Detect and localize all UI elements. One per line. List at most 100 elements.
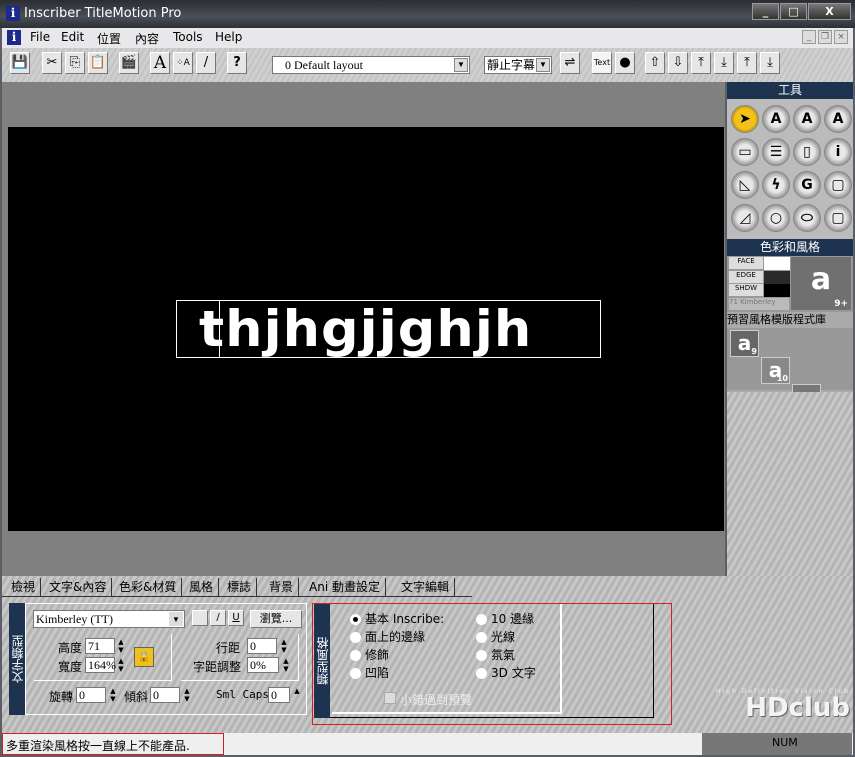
tab-logo[interactable]: 標誌 <box>222 578 258 596</box>
mdi-restore-button[interactable]: ❐ <box>818 30 832 44</box>
menu-file[interactable]: File <box>30 30 50 44</box>
align-bottom2-button[interactable]: ⤓ <box>760 52 780 74</box>
text-mode-button[interactable]: Text <box>592 52 612 74</box>
tab-animation[interactable]: Ani 動畫設定 <box>304 578 386 596</box>
preview-checkbox[interactable] <box>384 692 396 704</box>
menu-edit[interactable]: Edit <box>61 30 84 44</box>
radio-icon[interactable] <box>476 650 487 661</box>
layout-select[interactable]: 0 Default layout ▼ <box>272 56 470 74</box>
tool-rounded-square-button[interactable]: ▢ <box>824 204 852 232</box>
rotate-spinner[interactable]: ▲ ▼ <box>108 687 118 703</box>
tool-select-button[interactable]: ➤ <box>731 105 759 133</box>
italic-button[interactable]: / <box>210 610 226 626</box>
settings-button[interactable]: ⇌ <box>560 52 580 74</box>
kerning-spinner[interactable]: ▲ ▼ <box>281 657 291 673</box>
radio-icon[interactable] <box>476 668 487 679</box>
edge-swatch[interactable] <box>764 271 790 284</box>
maximize-button[interactable]: □ <box>780 3 807 20</box>
line-spacing-input[interactable]: 0 <box>247 638 277 654</box>
face-swatch[interactable] <box>764 257 790 270</box>
slant-input[interactable]: 0 <box>150 687 180 703</box>
font-select[interactable]: Kimberley (TT) ▼ <box>33 610 185 628</box>
lock-aspect-icon[interactable]: 🔒 <box>134 647 154 667</box>
tool-text-frame-button[interactable]: A <box>824 105 852 133</box>
mdi-close-button[interactable]: × <box>834 30 848 44</box>
tab-color-material[interactable]: 色彩&材質 <box>114 578 183 596</box>
arrow-down-button[interactable]: ⇩ <box>668 52 688 74</box>
height-spinner[interactable]: ▲ ▼ <box>116 638 126 654</box>
tool-rect-frame-button[interactable]: ▭ <box>731 138 759 166</box>
clapper-button[interactable]: 🎬 <box>119 52 139 74</box>
tool-text-box-button[interactable]: A <box>762 105 790 133</box>
smallcaps-input[interactable]: 0 <box>268 687 290 703</box>
render-style-option[interactable]: 氛氣 <box>476 646 515 663</box>
canvas-text[interactable]: thjhgjjghjh <box>199 303 532 355</box>
menu-position[interactable]: 位置 <box>97 30 121 47</box>
cut-button[interactable]: ✂ <box>42 52 62 74</box>
render-style-option[interactable]: 10 邊緣 <box>476 610 534 627</box>
align-bottom-button[interactable]: ⤓ <box>714 52 734 74</box>
object-mode-button[interactable]: ● <box>615 52 635 74</box>
bold-button[interactable] <box>192 610 208 626</box>
width-input[interactable]: 164% <box>85 657 116 673</box>
underline-button[interactable]: U <box>228 610 244 626</box>
width-spinner[interactable]: ▲ ▼ <box>116 657 126 673</box>
render-style-option[interactable]: 基本 Inscribe: <box>350 610 444 627</box>
tool-oval-button[interactable]: ⬭ <box>793 204 821 232</box>
tool-quarter-shape-button[interactable]: ◿ <box>731 204 759 232</box>
render-style-option[interactable]: 凹陷 <box>350 664 389 681</box>
height-input[interactable]: 71 <box>85 638 115 654</box>
slant-spinner[interactable]: ▲ ▼ <box>182 687 192 703</box>
align-top2-button[interactable]: ⤒ <box>737 52 757 74</box>
mode-select[interactable]: 靜止字幕 ▼ <box>484 56 552 74</box>
brush-button[interactable]: / <box>196 52 216 74</box>
tool-triangle-button[interactable]: ◺ <box>731 171 759 199</box>
render-style-option[interactable]: 修飾 <box>350 646 389 663</box>
close-button[interactable]: X <box>808 3 851 20</box>
tab-text-edit[interactable]: 文字編輯 <box>396 578 456 596</box>
radio-icon[interactable] <box>350 614 361 625</box>
render-style-option[interactable]: 面上的邊緣 <box>350 628 425 645</box>
style-thumb[interactable]: a 10 <box>761 357 790 384</box>
tool-circle-button[interactable]: ○ <box>762 204 790 232</box>
tool-text-path-button[interactable]: A <box>793 105 821 133</box>
menu-content[interactable]: 內容 <box>135 30 159 47</box>
tab-style[interactable]: 風格 <box>184 578 220 596</box>
shadow-swatch[interactable] <box>764 284 790 297</box>
preview-canvas[interactable]: thjhgjjghjh <box>8 127 724 531</box>
tab-background[interactable]: 背景 <box>264 578 300 596</box>
smallcaps-spinner[interactable]: ▲ <box>292 687 302 703</box>
text-tool-button[interactable]: A <box>150 52 170 74</box>
text-box[interactable]: thjhgjjghjh <box>176 300 601 358</box>
arrow-up-button[interactable]: ⇧ <box>645 52 665 74</box>
line-spacing-spinner[interactable]: ▲ ▼ <box>279 638 289 654</box>
browse-button[interactable]: 瀏覽... <box>250 610 302 628</box>
save-button[interactable]: 💾 <box>10 52 30 74</box>
tab-text-content[interactable]: 文字&內容 <box>44 578 113 596</box>
menu-tools[interactable]: Tools <box>173 30 203 44</box>
style-thumb[interactable]: a9 <box>730 330 759 357</box>
radio-icon[interactable] <box>476 632 487 643</box>
align-top-button[interactable]: ⤒ <box>691 52 711 74</box>
tool-v-lines-button[interactable]: ▯ <box>793 138 821 166</box>
tool-info-button[interactable]: i <box>824 138 852 166</box>
radio-icon[interactable] <box>350 650 361 661</box>
copy-button[interactable]: ⎘ <box>65 52 85 74</box>
tool-rounded-rect-button[interactable]: ▢ <box>824 171 852 199</box>
kerning-input[interactable]: 0% <box>247 657 279 673</box>
radio-icon[interactable] <box>350 632 361 643</box>
render-style-option[interactable]: 光線 <box>476 628 515 645</box>
text-effect-button[interactable]: ⁘A <box>173 52 193 74</box>
paste-button[interactable]: 📋 <box>88 52 108 74</box>
radio-icon[interactable] <box>476 614 487 625</box>
mdi-minimize-button[interactable]: _ <box>802 30 816 44</box>
rotate-input[interactable]: 0 <box>76 687 106 703</box>
tab-view[interactable]: 檢視 <box>6 578 42 596</box>
radio-icon[interactable] <box>350 668 361 679</box>
tool-pacman-button[interactable]: G <box>793 171 821 199</box>
help-button[interactable]: ? <box>227 52 247 74</box>
menu-help[interactable]: Help <box>215 30 242 44</box>
minimize-button[interactable]: _ <box>752 3 779 20</box>
tool-scribble-button[interactable]: ϟ <box>762 171 790 199</box>
tool-h-lines-button[interactable]: ☰ <box>762 138 790 166</box>
